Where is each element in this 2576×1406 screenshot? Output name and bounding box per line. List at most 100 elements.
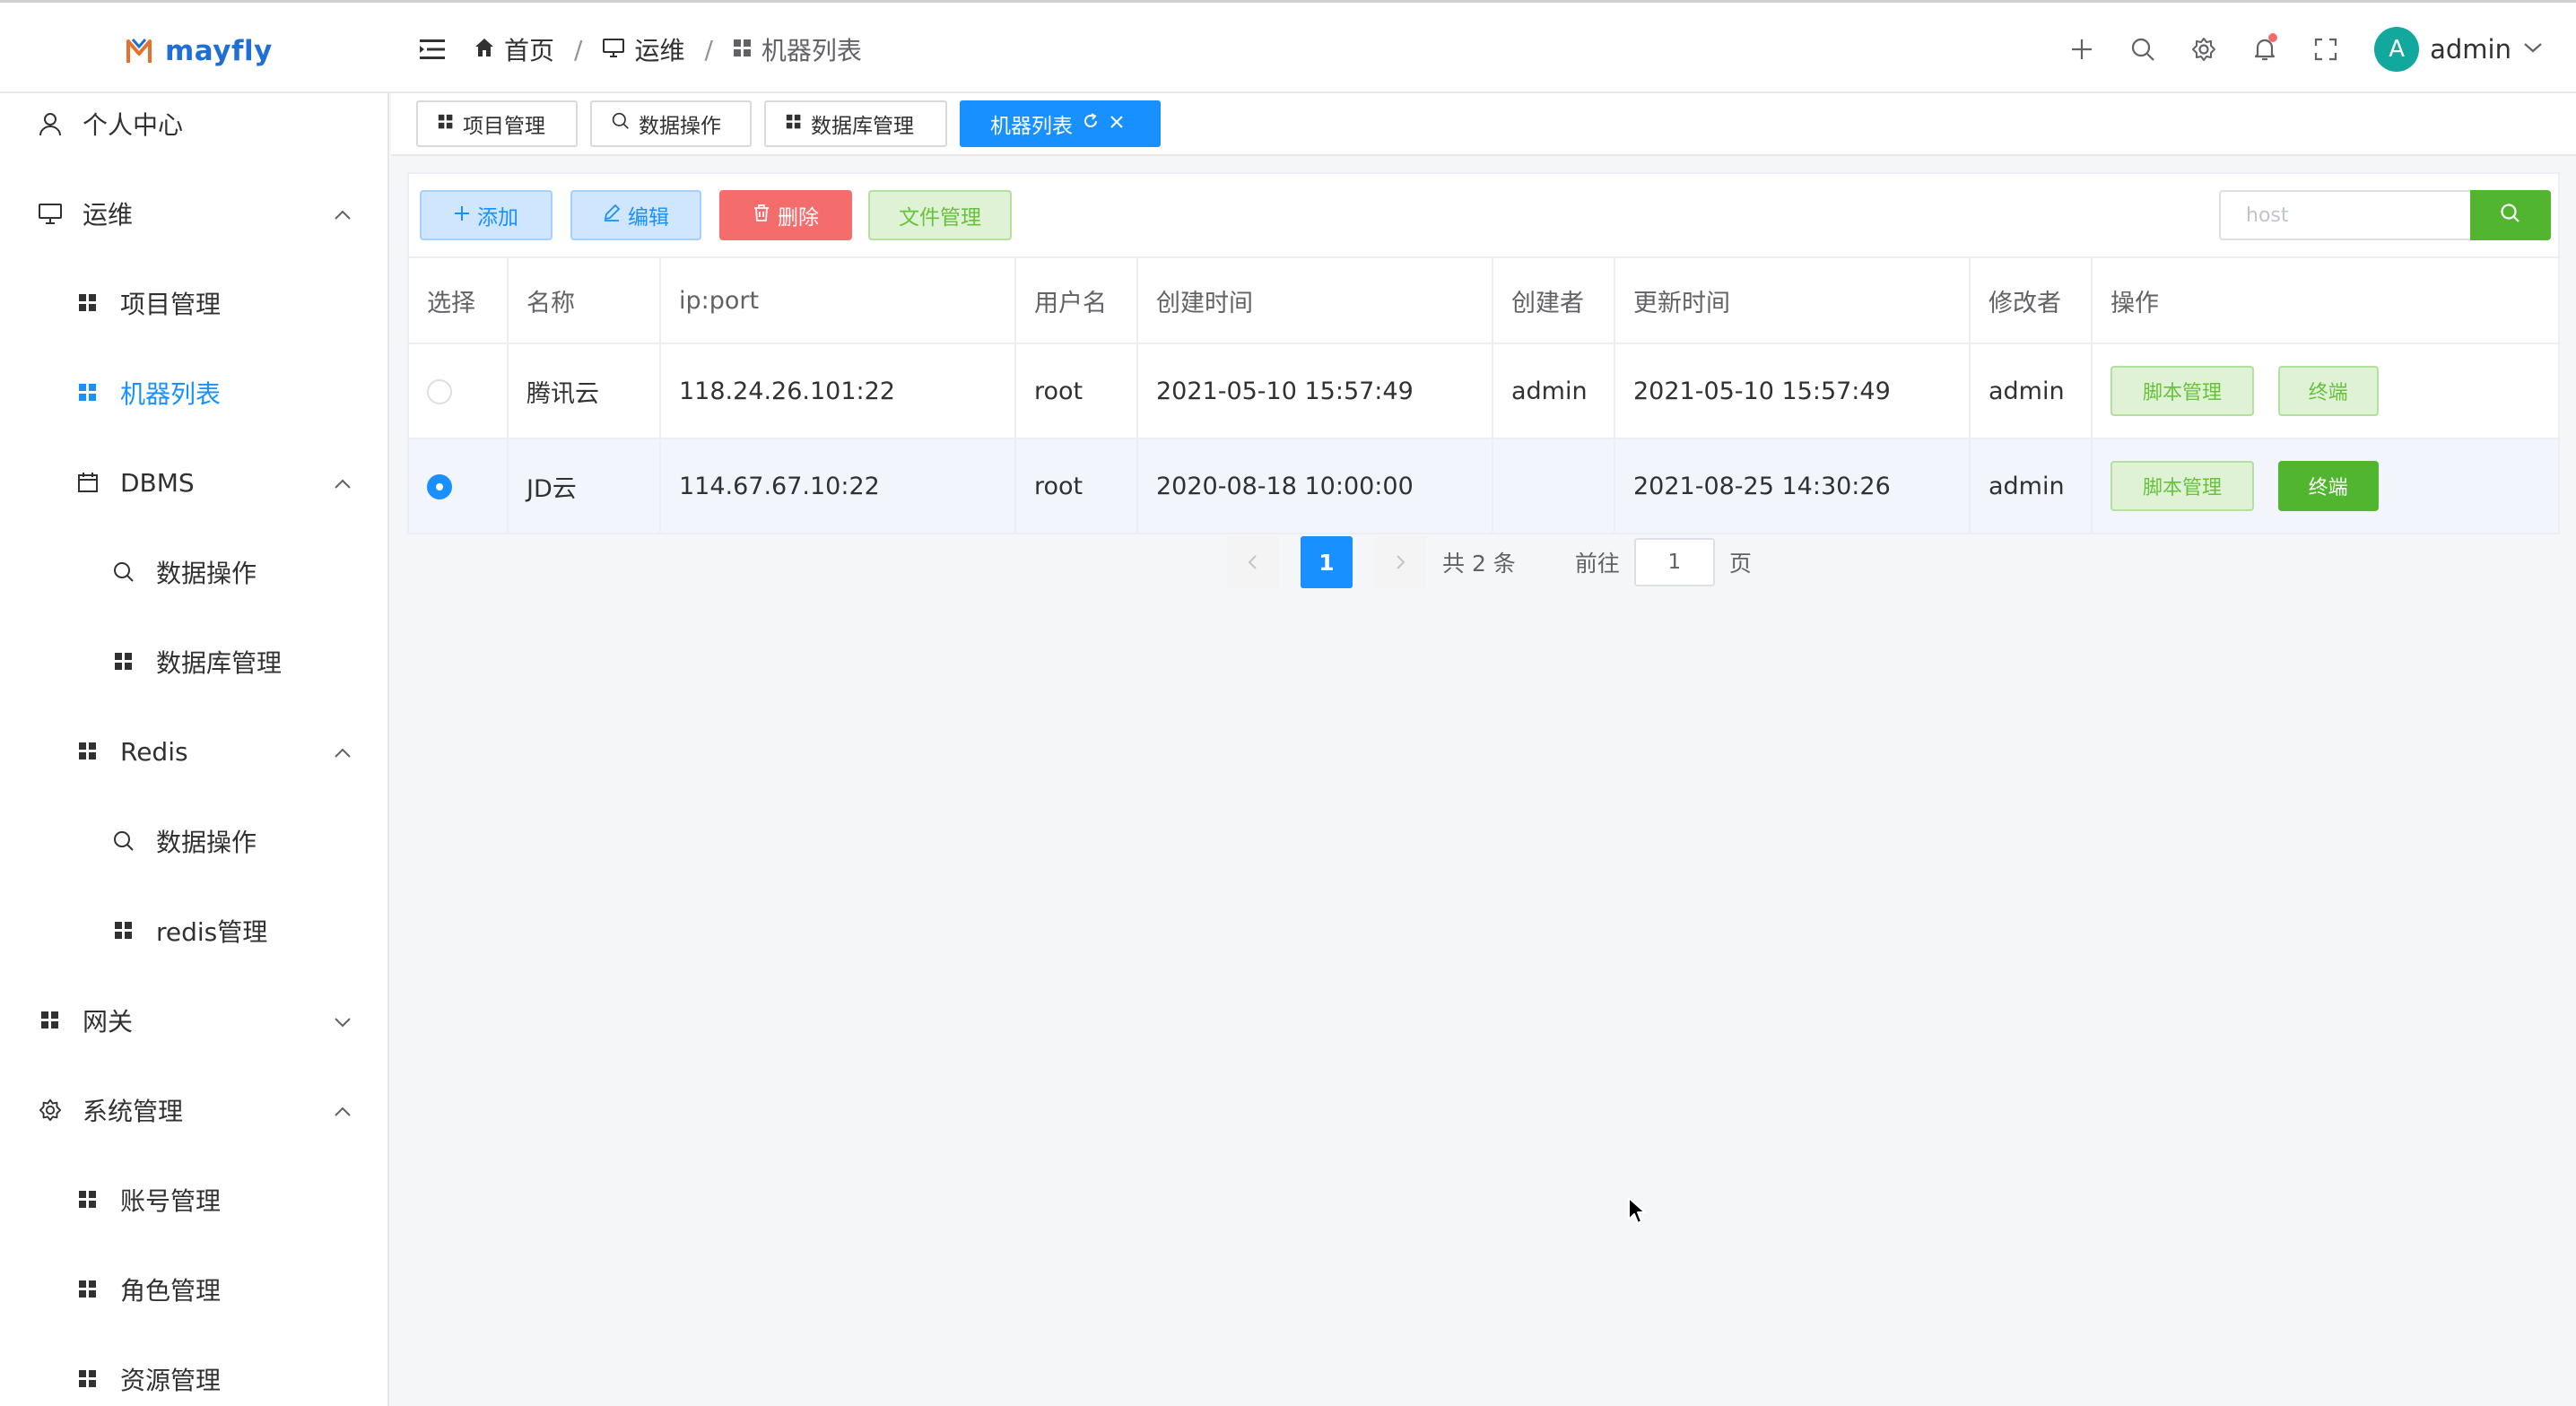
script-manage-button[interactable]: 脚本管理	[2110, 366, 2254, 416]
search-icon	[2500, 203, 2521, 228]
user-menu[interactable]: A admin	[2374, 27, 2544, 72]
menu-collapse-icon[interactable]	[418, 37, 447, 62]
terminal-button[interactable]: 终端	[2277, 461, 2379, 511]
plus-icon[interactable]	[2051, 24, 2112, 74]
app-logo[interactable]: mayfly	[126, 33, 273, 69]
sidebar-item-redis-manage[interactable]: redis管理	[0, 895, 387, 967]
column-header: 更新时间	[1614, 256, 1971, 344]
gear-icon[interactable]	[2173, 24, 2234, 74]
tab-label: 数据库管理	[811, 115, 914, 138]
avatar: A	[2374, 27, 2420, 72]
host-search-input[interactable]: host	[2219, 190, 2472, 240]
select-cell	[409, 343, 509, 439]
sidebar-item-resources[interactable]: 资源管理	[0, 1343, 387, 1406]
sidebar-item-redis[interactable]: Redis	[0, 716, 387, 787]
sidebar-item-profile[interactable]: 个人中心	[0, 93, 387, 160]
chevron-up-icon	[332, 203, 353, 224]
breadcrumb-section[interactable]: 运维	[602, 31, 684, 67]
prev-page-button[interactable]	[1227, 536, 1279, 588]
tab-projects[interactable]: 项目管理	[416, 100, 578, 147]
sidebar-item-label: 数据操作	[156, 559, 257, 588]
ip-port-cell: 114.67.67.10:22	[660, 438, 1016, 534]
table-row[interactable]: 腾讯云 118.24.26.101:22 root 2021-05-10 15:…	[409, 343, 2558, 439]
bell-icon[interactable]	[2234, 24, 2295, 74]
select-cell	[409, 438, 509, 534]
username: admin	[2430, 34, 2511, 65]
search-icon	[612, 112, 630, 135]
grid-icon	[75, 380, 100, 405]
chevron-up-icon	[332, 472, 353, 493]
goto-page-input[interactable]: 1	[1633, 538, 1715, 586]
row-radio[interactable]	[427, 379, 452, 404]
file-manage-button[interactable]: 文件管理	[868, 190, 1012, 240]
creator-cell	[1493, 438, 1615, 534]
sidebar-item-dbms[interactable]: DBMS	[0, 447, 387, 518]
username-cell: root	[1015, 438, 1138, 534]
sidebar-item-ops[interactable]: 运维	[0, 178, 387, 249]
file-manage-button-label: 文件管理	[899, 206, 981, 230]
chevron-down-icon	[2522, 40, 2544, 58]
column-header: ip:port	[660, 256, 1016, 344]
table-row[interactable]: JD云 114.67.67.10:22 root 2020-08-18 10:0…	[409, 438, 2558, 534]
sidebar-item-label: 数据操作	[156, 828, 257, 857]
breadcrumb-home[interactable]: 首页	[474, 31, 554, 67]
sidebar-item-gateway[interactable]: 网关	[0, 985, 387, 1056]
tab-label: 机器列表	[990, 115, 1073, 138]
chevron-up-icon	[332, 741, 353, 762]
chevron-up-icon	[332, 1099, 353, 1121]
monitor-icon	[38, 201, 63, 226]
sidebar-item-db-data[interactable]: 数据操作	[0, 536, 387, 608]
grid-icon	[75, 1277, 100, 1302]
search-icon[interactable]	[2112, 24, 2173, 74]
gear-icon	[38, 1098, 63, 1123]
page-suffix: 页	[1728, 551, 1752, 577]
mayfly-logo-icon	[126, 36, 152, 66]
sidebar-item-db-manage[interactable]: 数据库管理	[0, 626, 387, 698]
creator-cell: admin	[1493, 343, 1615, 439]
tab-db-manage[interactable]: 数据库管理	[764, 100, 947, 147]
name-cell: 腾讯云	[508, 343, 661, 439]
calendar-icon	[75, 470, 100, 495]
terminal-button[interactable]: 终端	[2277, 366, 2379, 416]
sidebar-item-redis-data[interactable]: 数据操作	[0, 805, 387, 877]
sidebar-item-accounts[interactable]: 账号管理	[0, 1164, 387, 1236]
modifier-cell: admin	[1970, 438, 2093, 534]
fullscreen-icon[interactable]	[2295, 24, 2356, 74]
sidebar-item-projects[interactable]: 项目管理	[0, 267, 387, 339]
name-cell: JD云	[508, 438, 661, 534]
trash-icon	[753, 204, 770, 227]
search-button[interactable]	[2470, 190, 2551, 240]
page-number-current[interactable]: 1	[1301, 536, 1353, 588]
breadcrumb-home-label: 首页	[504, 36, 555, 65]
tab-machines[interactable]: 机器列表	[960, 100, 1161, 147]
row-radio[interactable]	[427, 474, 452, 499]
mouse-cursor-icon	[1627, 1196, 1649, 1227]
sidebar-item-roles[interactable]: 角色管理	[0, 1254, 387, 1325]
plus-icon	[454, 204, 470, 227]
chevron-left-icon	[1248, 555, 1257, 569]
delete-button[interactable]: 删除	[719, 190, 852, 240]
sidebar-item-label: 个人中心	[83, 110, 184, 140]
add-button[interactable]: 添加	[420, 190, 553, 240]
close-icon[interactable]	[1109, 112, 1125, 135]
sidebar: 个人中心 运维 项目管理 机器列表 DBMS 数据操作 数据库管理 Redis …	[0, 93, 389, 1406]
edit-button[interactable]: 编辑	[570, 190, 701, 240]
column-header: 创建者	[1493, 256, 1615, 344]
script-manage-button[interactable]: 脚本管理	[2110, 461, 2254, 511]
column-header: 选择	[409, 256, 509, 344]
tab-label: 数据操作	[639, 115, 721, 138]
next-page-button[interactable]	[1374, 536, 1426, 588]
refresh-icon[interactable]	[1082, 112, 1100, 135]
grid-icon	[786, 112, 802, 135]
user-icon	[38, 111, 63, 136]
sidebar-item-label: 机器列表	[120, 379, 222, 409]
add-button-label: 添加	[477, 206, 518, 230]
sidebar-item-label: 项目管理	[120, 290, 222, 319]
tab-db-data[interactable]: 数据操作	[590, 100, 752, 147]
sidebar-item-system[interactable]: 系统管理	[0, 1074, 387, 1146]
search-icon	[111, 560, 136, 585]
table-header-row: 选择 名称 ip:port 用户名 创建时间 创建者 更新时间 修改者 操作	[409, 256, 2558, 344]
sidebar-item-label: 账号管理	[120, 1186, 222, 1216]
sidebar-item-machines[interactable]: 机器列表	[0, 357, 387, 429]
header-actions: A admin	[2051, 24, 2576, 74]
